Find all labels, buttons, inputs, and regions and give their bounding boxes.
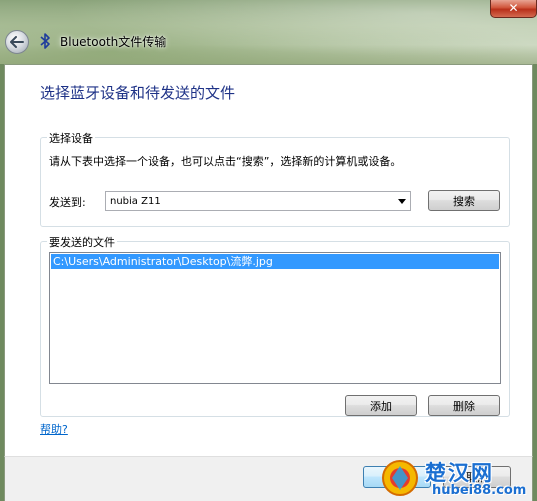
device-select[interactable]: nubia Z11 bbox=[105, 191, 411, 211]
device-select-value: nubia Z11 bbox=[110, 195, 161, 207]
close-icon: ✕ bbox=[508, 1, 519, 15]
search-button[interactable]: 搜索 bbox=[428, 190, 500, 211]
list-item[interactable]: C:\Users\Administrator\Desktop\流弊.jpg bbox=[51, 254, 499, 269]
close-button[interactable]: ✕ bbox=[490, 0, 537, 18]
add-file-button[interactable]: 添加 bbox=[345, 395, 417, 416]
page-title: 选择蓝牙设备和待发送的文件 bbox=[40, 84, 236, 102]
delete-file-button[interactable]: 删除 bbox=[428, 395, 500, 416]
back-button[interactable] bbox=[5, 30, 29, 54]
device-group: 选择设备 bbox=[40, 130, 510, 227]
files-listbox[interactable]: C:\Users\Administrator\Desktop\流弊.jpg bbox=[49, 252, 501, 384]
back-arrow-icon bbox=[10, 36, 24, 48]
device-instruction: 请从下表中选择一个设备，也可以点击“搜索”，选择新的计算机或设备。 bbox=[49, 155, 402, 168]
device-group-label: 选择设备 bbox=[47, 130, 95, 146]
bluetooth-icon bbox=[40, 33, 50, 49]
window-title: Bluetooth文件传输 bbox=[60, 35, 167, 49]
chevron-down-icon[interactable] bbox=[394, 192, 410, 210]
watermark-url: hubei88.com bbox=[432, 483, 527, 498]
files-group-label: 要发送的文件 bbox=[47, 234, 117, 250]
title-bar bbox=[0, 0, 537, 64]
help-link[interactable]: 帮助? bbox=[40, 421, 68, 437]
send-to-label: 发送到: bbox=[49, 196, 86, 209]
